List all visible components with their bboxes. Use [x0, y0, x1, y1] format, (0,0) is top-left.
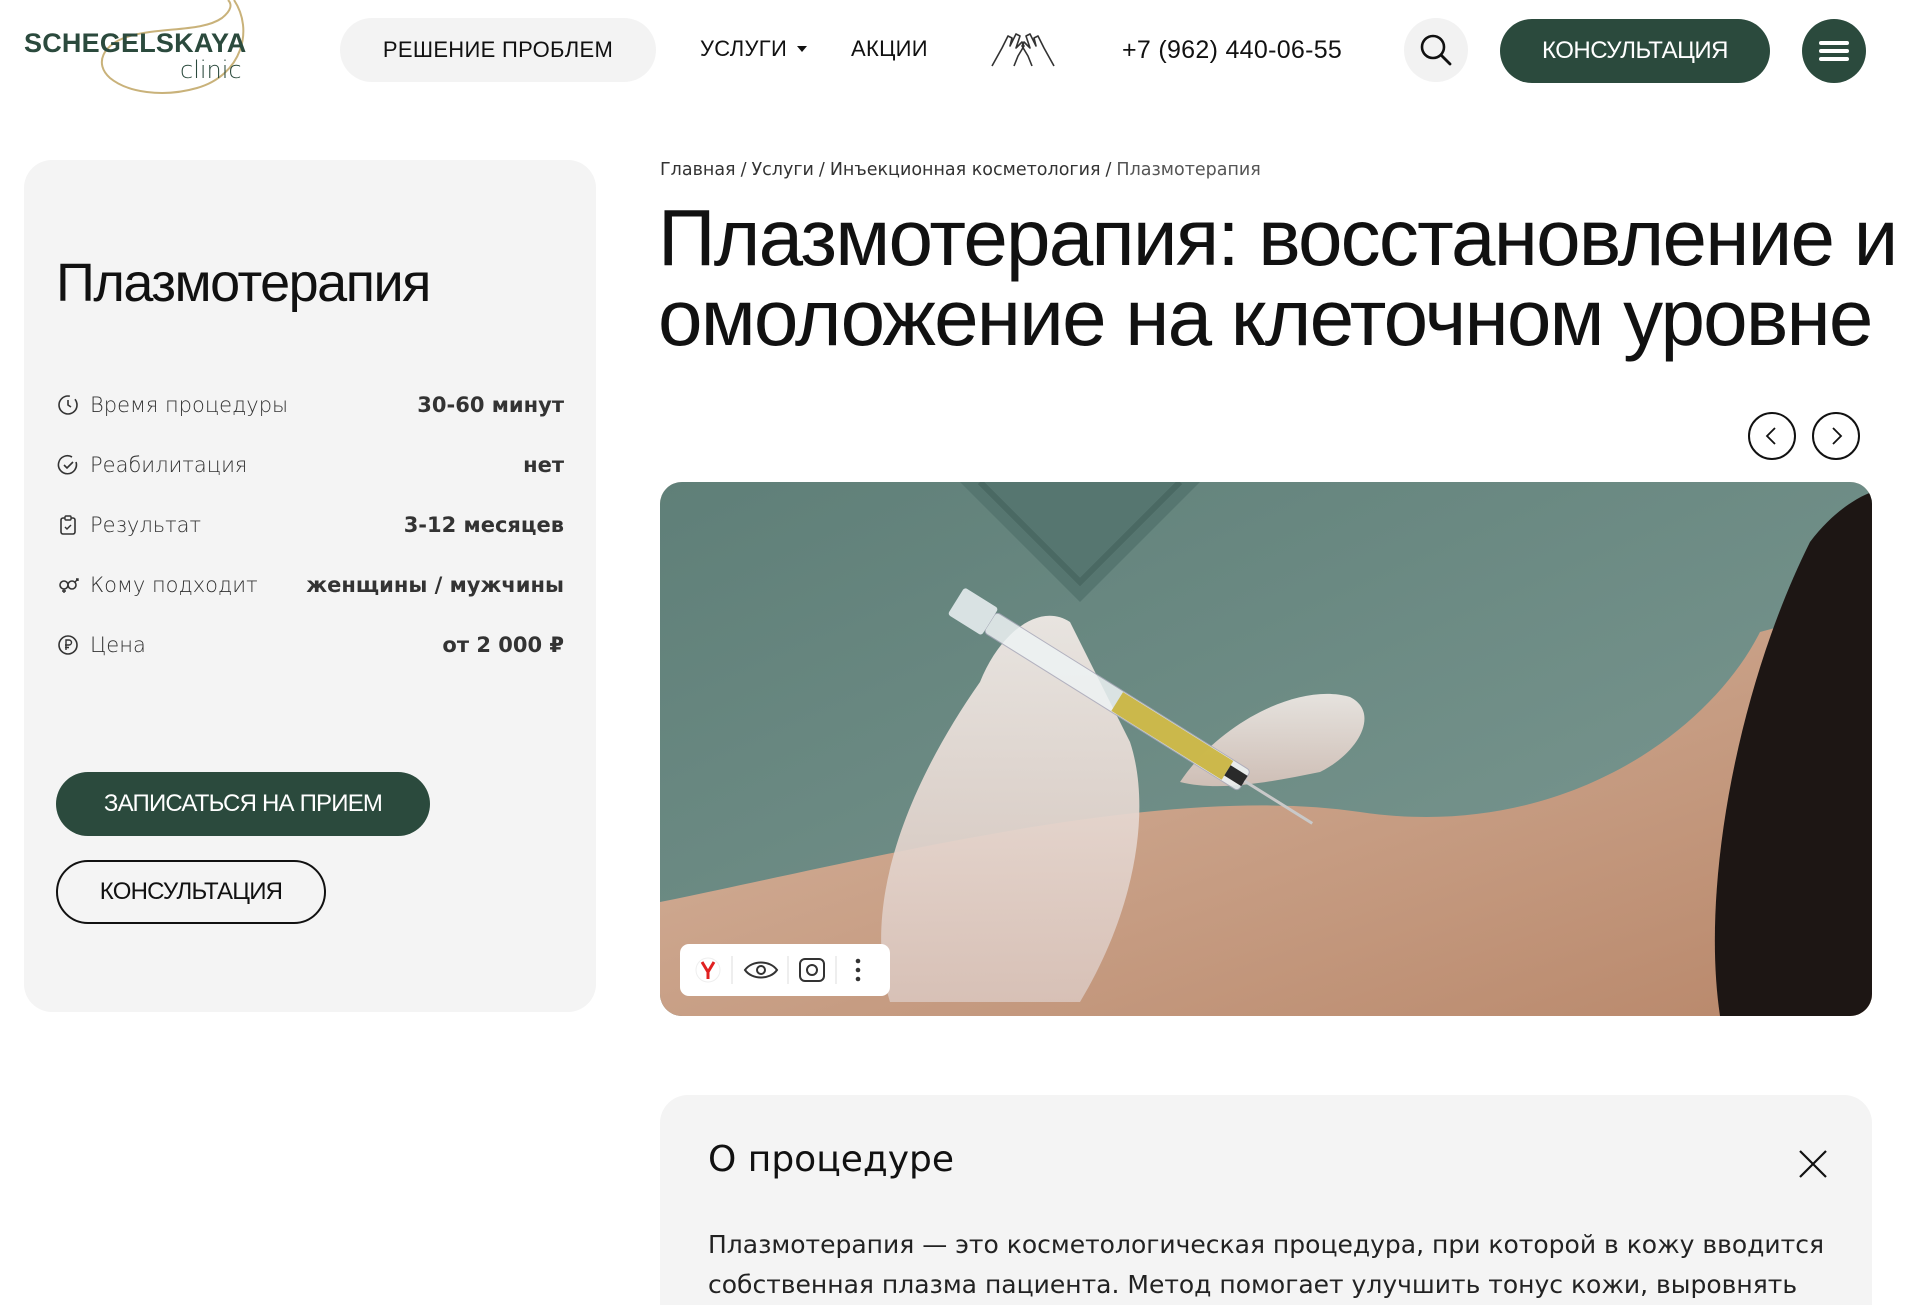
- info-row-duration: Время процедуры 30-60 минут: [56, 390, 564, 420]
- chevron-left-icon: [1765, 427, 1776, 445]
- gender-icon: [56, 573, 80, 597]
- logo-subtitle: clinic: [180, 56, 242, 84]
- breadcrumb-current: Плазмотерапия: [1116, 160, 1261, 180]
- breadcrumb-services[interactable]: Услуги: [752, 160, 814, 180]
- info-row-rehab: Реабилитация нет: [56, 450, 564, 480]
- clock-icon: [56, 393, 80, 417]
- info-row-value: от 2 000 ₽: [442, 633, 564, 657]
- phone-link[interactable]: +7 (962) 440-06-55: [1122, 36, 1342, 65]
- info-row-value: нет: [523, 453, 564, 477]
- info-row-label: Кому подходит: [90, 573, 258, 597]
- info-row-value: 3-12 месяцев: [403, 513, 564, 537]
- logo-wordmark: SCHEGELSKAYA: [24, 28, 247, 58]
- nav-promos[interactable]: АКЦИИ: [851, 36, 928, 62]
- clinic-logo[interactable]: SCHEGELSKAYA clinic: [22, 0, 272, 100]
- procedure-photo: [660, 482, 1872, 1016]
- hero-image: [660, 482, 1872, 1016]
- image-toolbar[interactable]: [680, 944, 890, 996]
- nav-services-label: УСЛУГИ: [700, 36, 788, 61]
- info-row-value: женщины / мужчины: [306, 573, 564, 597]
- menu-button[interactable]: [1802, 19, 1866, 83]
- breadcrumb-separator: /: [818, 160, 825, 180]
- book-appointment-button[interactable]: ЗАПИСАТЬСЯ НА ПРИЕМ: [56, 772, 430, 836]
- ruble-icon: [56, 633, 80, 657]
- about-title: О процедуре: [708, 1139, 955, 1180]
- site-header: SCHEGELSKAYA clinic РЕШЕНИЕ ПРОБЛЕМ УСЛУ…: [0, 0, 1920, 100]
- menu-icon: [1819, 41, 1849, 61]
- info-row-label: Время процедуры: [90, 393, 289, 417]
- hands-icon[interactable]: [988, 26, 1058, 72]
- info-card-title: Плазмотерапия: [56, 253, 431, 313]
- about-text: Плазмотерапия — это косметологическая пр…: [708, 1230, 1825, 1299]
- info-row-result: Результат 3-12 месяцев: [56, 510, 564, 540]
- info-row-label: Цена: [90, 633, 146, 657]
- chevron-right-icon: [1832, 427, 1843, 445]
- breadcrumb: Главная / Услуги / Инъекционная косметология…: [660, 160, 1261, 180]
- search-button[interactable]: [1404, 18, 1468, 82]
- collapse-button[interactable]: [1796, 1147, 1830, 1181]
- close-icon: [1799, 1150, 1827, 1178]
- yandex-icon[interactable]: [695, 957, 721, 983]
- consultation-button[interactable]: КОНСУЛЬТАЦИЯ: [1500, 19, 1770, 83]
- info-row-label: Результат: [90, 513, 202, 537]
- procedure-info-card: Плазмотерапия Время процедуры 30-60 мину…: [24, 160, 596, 1012]
- nav-services[interactable]: УСЛУГИ: [700, 36, 808, 62]
- page-title: Плазмотерапия: восстановление и омоложен…: [658, 193, 1898, 362]
- slider-prev-button[interactable]: [1748, 412, 1796, 460]
- info-row-audience: Кому подходит женщины / мужчины: [56, 570, 564, 600]
- check-circle-icon: [56, 453, 80, 477]
- nav-problems[interactable]: РЕШЕНИЕ ПРОБЛЕМ: [340, 18, 656, 82]
- info-row-label: Реабилитация: [90, 453, 248, 477]
- caret-down-icon: [797, 46, 808, 52]
- breadcrumb-separator: /: [740, 160, 747, 180]
- slider-next-button[interactable]: [1812, 412, 1860, 460]
- about-procedure-card: О процедуре Плазмотерапия — это косметол…: [660, 1095, 1872, 1305]
- breadcrumb-separator: /: [1105, 160, 1112, 180]
- consultation-outline-button[interactable]: КОНСУЛЬТАЦИЯ: [56, 860, 326, 924]
- more-icon[interactable]: [855, 958, 861, 982]
- search-icon: [1420, 34, 1452, 66]
- info-row-price: Цена от 2 000 ₽: [56, 630, 564, 660]
- info-row-value: 30-60 минут: [417, 393, 564, 417]
- breadcrumb-injection-cosmetology[interactable]: Инъекционная косметология: [830, 160, 1101, 180]
- nav-promos-label: АКЦИИ: [851, 36, 928, 61]
- clipboard-icon: [56, 513, 80, 537]
- breadcrumb-home[interactable]: Главная: [660, 160, 736, 180]
